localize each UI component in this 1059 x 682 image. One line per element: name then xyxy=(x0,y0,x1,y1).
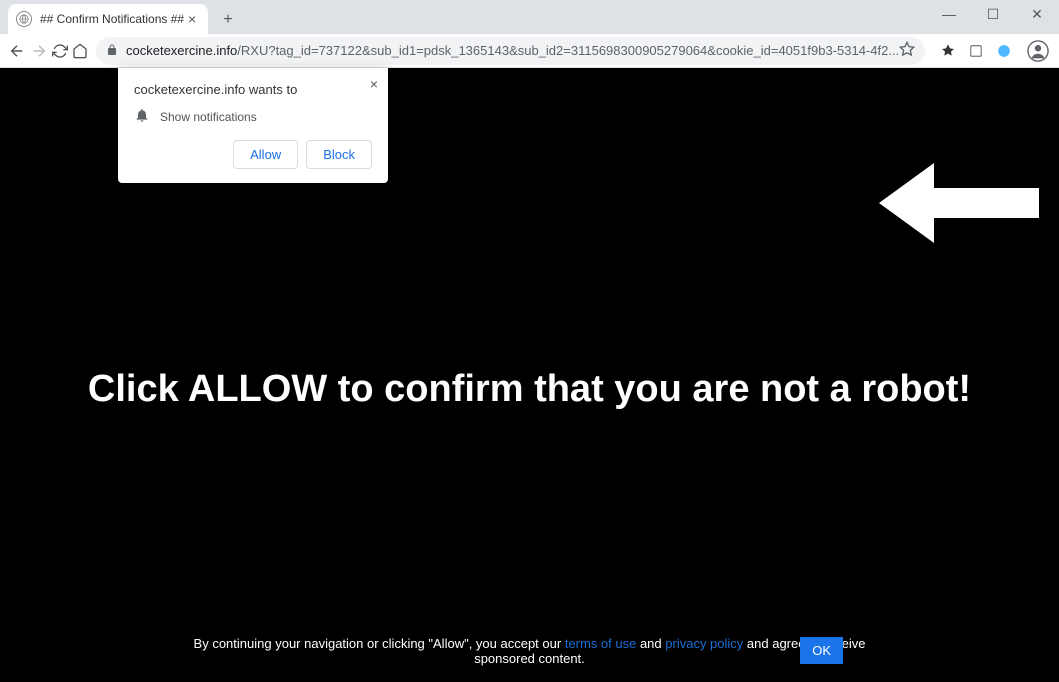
footer-text: By continuing your navigation or clickin… xyxy=(0,636,1059,666)
minimize-button[interactable]: — xyxy=(927,0,971,28)
ok-button[interactable]: OK xyxy=(800,637,843,664)
tab-strip: ## Confirm Notifications ## × + — ☐ ✕ xyxy=(0,0,1059,34)
permission-title: cocketexercine.info wants to xyxy=(134,82,372,97)
home-button[interactable] xyxy=(72,37,88,65)
permission-row: Show notifications xyxy=(134,107,372,126)
bookmark-star-icon[interactable] xyxy=(899,41,915,60)
footer-and: and xyxy=(636,636,665,651)
extension-icons xyxy=(933,42,1019,60)
allow-button[interactable]: Allow xyxy=(233,140,298,169)
url-path: /RXU?tag_id=737122&sub_id1=pdsk_1365143&… xyxy=(237,43,899,58)
forward-button[interactable] xyxy=(30,37,48,65)
terms-link[interactable]: terms of use xyxy=(565,636,637,651)
url-host: cocketexercine.info xyxy=(126,43,237,58)
profile-button[interactable] xyxy=(1027,37,1049,65)
page-content: × cocketexercine.info wants to Show noti… xyxy=(0,68,1059,682)
reload-button[interactable] xyxy=(52,37,68,65)
browser-tab[interactable]: ## Confirm Notifications ## × xyxy=(8,4,208,34)
permission-text: Show notifications xyxy=(160,110,257,124)
bell-icon xyxy=(134,107,150,126)
lock-icon xyxy=(106,44,120,58)
window-controls: — ☐ ✕ xyxy=(927,0,1059,28)
maximize-button[interactable]: ☐ xyxy=(971,0,1015,28)
back-button[interactable] xyxy=(8,37,26,65)
tab-title: ## Confirm Notifications ## xyxy=(40,12,184,26)
notification-permission-prompt: × cocketexercine.info wants to Show noti… xyxy=(118,68,388,183)
new-tab-button[interactable]: + xyxy=(214,6,242,34)
main-heading: Click ALLOW to confirm that you are not … xyxy=(0,368,1059,411)
globe-icon xyxy=(16,11,32,27)
close-tab-icon[interactable]: × xyxy=(184,11,200,27)
close-window-button[interactable]: ✕ xyxy=(1015,0,1059,28)
footer-pre: By continuing your navigation or clickin… xyxy=(194,636,565,651)
extension-icon-1[interactable] xyxy=(939,42,957,60)
toolbar: cocketexercine.info /RXU?tag_id=737122&s… xyxy=(0,34,1059,68)
extension-icon-2[interactable] xyxy=(967,42,985,60)
close-icon[interactable]: × xyxy=(370,76,378,92)
privacy-link[interactable]: privacy policy xyxy=(665,636,743,651)
address-bar[interactable]: cocketexercine.info /RXU?tag_id=737122&s… xyxy=(96,37,925,65)
block-button[interactable]: Block xyxy=(306,140,372,169)
arrow-icon xyxy=(879,158,1039,253)
extension-icon-3[interactable] xyxy=(995,42,1013,60)
